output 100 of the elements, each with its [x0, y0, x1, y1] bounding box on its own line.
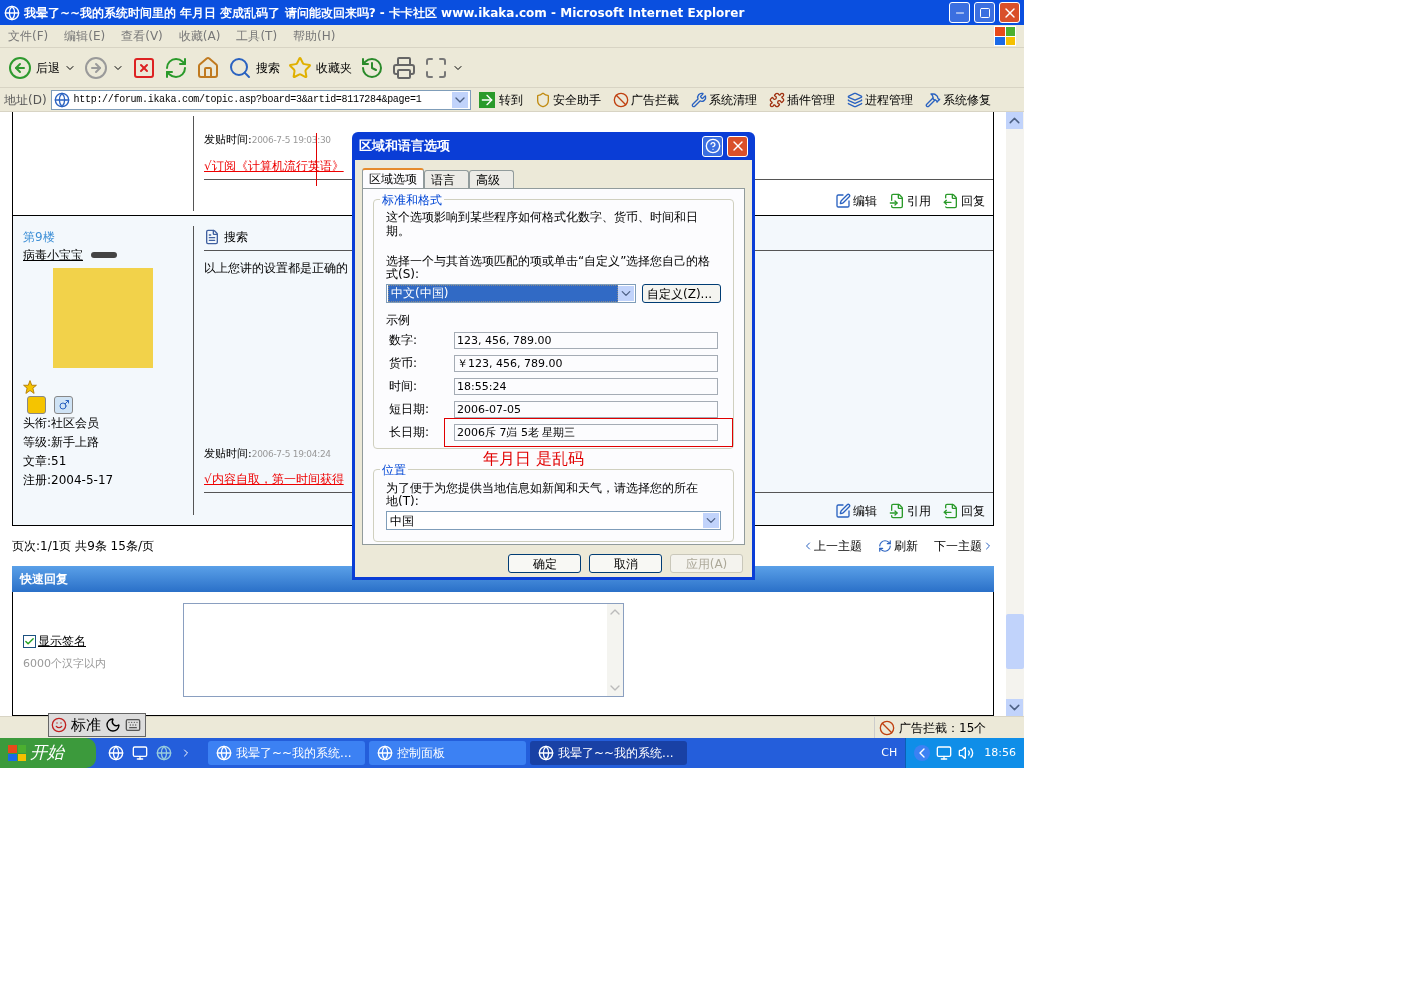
block-icon	[612, 91, 629, 108]
sample-label: 数字:	[388, 332, 419, 349]
minimize-button[interactable]	[949, 2, 970, 23]
menu-item[interactable]: 查看(V)	[121, 27, 163, 45]
dialog-button[interactable]: 取消	[589, 554, 662, 573]
dialog-tab[interactable]: 高级	[469, 170, 514, 188]
sample-value-field: 2006斥 7岿 5老 星期三	[454, 423, 718, 441]
post-action-link[interactable]: 回复	[943, 502, 985, 520]
edit-icon	[835, 193, 851, 209]
post-title: 搜索	[224, 229, 248, 246]
taskbar-button[interactable]: 控制面板	[369, 741, 526, 765]
format-prompt: 选择一个与其首选项匹配的项或单击“自定义”选择您自己的格式(S):	[386, 255, 712, 281]
quick-launch-icon	[156, 745, 172, 761]
toolbar-button[interactable]: 搜索	[228, 55, 280, 80]
group-title: 标准和格式	[380, 191, 444, 209]
refresh-icon	[164, 55, 188, 80]
close-button[interactable]	[999, 2, 1020, 23]
menu-item[interactable]: 编辑(E)	[64, 27, 106, 45]
page-icon	[53, 91, 70, 108]
checkbox[interactable]	[23, 634, 36, 648]
toolbar-link[interactable]: 进程管理	[846, 90, 913, 109]
keyboard-icon	[123, 717, 143, 733]
post-action-link[interactable]: 回复	[943, 192, 985, 210]
toolbar-link[interactable]: 安全助手	[534, 90, 601, 109]
history-icon	[360, 55, 384, 80]
next-topic-link[interactable]: 下一主题	[934, 537, 994, 555]
sample-label: 长日期:	[388, 424, 431, 441]
language-indicator[interactable]: CH	[881, 744, 898, 762]
menu-item[interactable]: 帮助(H)	[293, 27, 336, 45]
windows-logo-icon	[8, 745, 26, 761]
scroll-down-icon[interactable]	[1006, 699, 1023, 716]
taskbar-button[interactable]: 我晕了~~我的系统...	[208, 741, 365, 765]
post-action-link[interactable]: 编辑	[835, 192, 877, 210]
toolbar-button[interactable]: 后退	[8, 55, 76, 80]
location-dropdown[interactable]: 中国	[386, 511, 721, 530]
group-title: 位置	[380, 461, 408, 479]
prev-topic-link[interactable]: 上一主题	[802, 537, 862, 555]
dialog-tab[interactable]: 语言	[424, 170, 469, 188]
document-icon	[204, 229, 220, 245]
volume-icon	[958, 745, 975, 761]
author-link[interactable]: 病毒小宝宝	[23, 246, 83, 264]
sample-value-field: 2006-07-05	[454, 400, 718, 418]
toolbar-link[interactable]: 系统清理	[690, 90, 757, 109]
refresh-link[interactable]: 刷新	[878, 537, 918, 555]
help-icon	[704, 138, 721, 154]
toolbar-button[interactable]	[196, 55, 220, 80]
scroll-thumb[interactable]	[1006, 614, 1024, 669]
star-icon	[288, 55, 312, 80]
expand-icon	[914, 745, 931, 761]
wrench-icon	[690, 91, 707, 108]
dialog-title: 区域和语言选项	[359, 137, 450, 156]
windows-logo-icon	[994, 26, 1016, 46]
toolbar-link[interactable]: 广告拦截	[612, 90, 679, 109]
floor-number: 第9楼	[23, 229, 56, 246]
menu-item[interactable]: 收藏(A)	[178, 27, 221, 45]
go-icon	[478, 91, 495, 108]
ad-link[interactable]: √内容自取，第一时间获得	[204, 472, 344, 486]
menu-item[interactable]: 文件(F)	[8, 27, 49, 45]
menu-item[interactable]: 工具(T)	[236, 27, 278, 45]
location-prompt: 为了便于为您提供当地信息如新闻和天气，请选择您的所在地(T):	[386, 482, 699, 508]
description-text: 这个选项影响到某些程序如何格式化数字、货币、时间和日期。	[386, 210, 699, 238]
toolbar-link[interactable]: 系统修复	[924, 90, 991, 109]
window-title: 我晕了~~我的系统时间里的 年月日 变成乱码了 请问能改回来吗? - 卡卡社区 www.ikaka.com - Microsoft Internet Explorer	[24, 4, 746, 22]
hammer-icon	[924, 91, 941, 108]
toolbar-button[interactable]	[84, 55, 124, 80]
toolbar-button[interactable]	[132, 55, 156, 80]
sample-value-field: ￥123, 456, 789.00	[454, 354, 718, 372]
refresh-icon	[878, 539, 892, 553]
format-dropdown[interactable]: 中文(中国)	[386, 284, 636, 303]
dialog-tab[interactable]: 区域选项	[362, 168, 424, 188]
search-icon	[228, 55, 252, 80]
forward-icon	[84, 55, 108, 80]
clock: 18:56	[984, 744, 1016, 761]
go-button[interactable]: 转到	[478, 90, 523, 109]
window-icon	[538, 745, 554, 761]
scroll-up-icon[interactable]	[1006, 112, 1023, 129]
edit-icon	[835, 503, 851, 519]
toolbar-button[interactable]	[424, 55, 464, 80]
toolbar-button[interactable]	[360, 55, 384, 80]
post-action-link[interactable]: 编辑	[835, 502, 877, 520]
close-button[interactable]	[727, 135, 748, 157]
toolbar-button[interactable]: 收藏夹	[288, 55, 352, 80]
restore-icon	[978, 6, 991, 19]
reply-icon	[943, 503, 959, 519]
back-icon	[8, 55, 32, 80]
window-icon	[377, 745, 393, 761]
dialog-button[interactable]: 确定	[508, 554, 581, 573]
start-button[interactable]: 开始	[0, 738, 96, 768]
post-action-link[interactable]: 引用	[889, 502, 931, 520]
customize-button[interactable]: 自定义(Z)...	[642, 284, 721, 303]
restore-button[interactable]	[974, 2, 995, 23]
toolbar-button[interactable]	[164, 55, 188, 80]
post-action-link[interactable]: 引用	[889, 192, 931, 210]
taskbar-button[interactable]: 我晕了~~我的系统...	[530, 741, 687, 765]
address-field[interactable]: http://forum.ikaka.com/topic.asp?board=3&artid=8117284&page=1	[50, 89, 471, 110]
annotation-text: 年月日 是乱码	[482, 450, 586, 468]
help-button[interactable]	[702, 135, 723, 157]
toolbar-link[interactable]: 插件管理	[768, 90, 835, 109]
block-icon	[879, 719, 895, 736]
toolbar-button[interactable]	[392, 55, 416, 80]
